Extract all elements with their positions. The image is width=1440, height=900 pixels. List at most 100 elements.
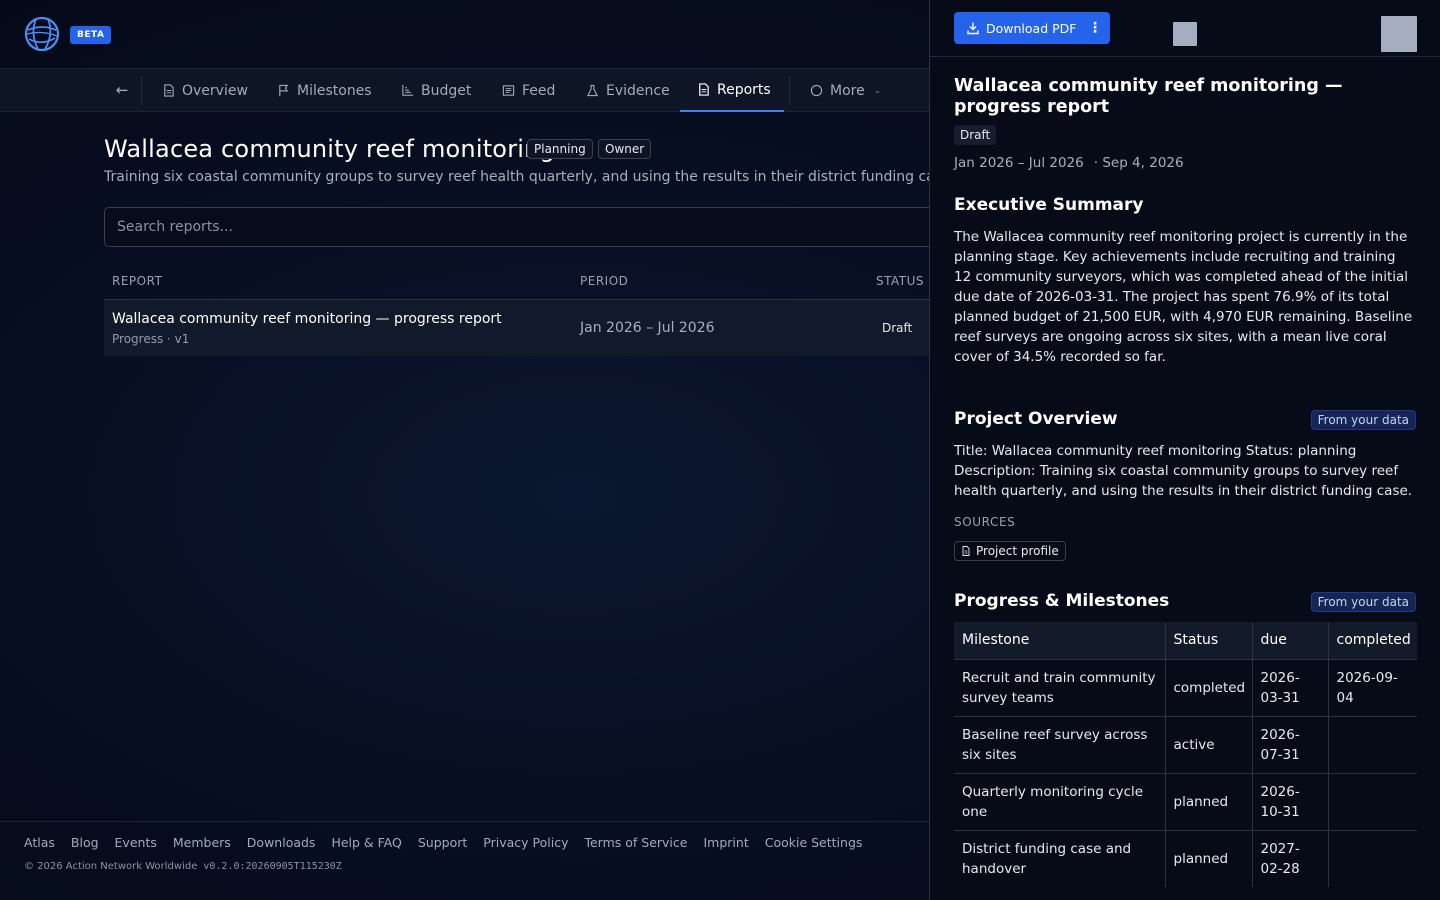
footer-link-imprint[interactable]: Imprint [703,835,748,850]
tab-overview[interactable]: Overview [162,69,248,112]
table-header-row: Milestone Status due completed [954,622,1417,659]
tab-evidence[interactable]: Evidence [586,69,670,112]
tab-milestones[interactable]: Milestones [277,69,372,112]
tab-label: Feed [522,82,556,99]
back-arrow-icon[interactable]: ← [110,79,134,101]
milestone-due: 2026-10-31 [1252,772,1329,830]
milestone-name: Baseline reef survey across six sites [954,715,1166,773]
milestone-due: 2026-03-31 [1252,658,1329,716]
table-row: Quarterly monitoring cycle one planned 2… [954,772,1417,830]
milestone-completed [1328,772,1417,830]
column-report[interactable]: REPORT [112,274,162,288]
milestones-table: Milestone Status due completed Recruit a… [954,622,1417,887]
footer-links: Atlas Blog Events Members Downloads Help… [24,835,862,850]
footer-link-cookies[interactable]: Cookie Settings [765,835,863,850]
milestone-completed [1328,829,1417,887]
download-pdf-button[interactable]: Download PDF ⋮ [954,12,1110,44]
download-icon [967,22,979,35]
exec-summary-heading: Executive Summary [954,195,1144,215]
chart-icon [402,84,414,96]
table-row[interactable]: Wallacea community reef monitoring — pro… [104,300,934,356]
project-description: Training six coastal community groups to… [104,169,956,185]
footer-link-downloads[interactable]: Downloads [247,835,316,850]
milestone-completed [1328,715,1417,773]
footer-link-help[interactable]: Help & FAQ [331,835,401,850]
tab-label: Budget [421,82,472,99]
milestone-name: District funding case and handover [954,829,1166,887]
flag-icon [279,84,289,97]
exec-summary-text: The Wallacea community reef monitoring p… [954,229,1413,365]
column-period[interactable]: PERIOD [580,274,628,288]
milestone-due: 2027-02-28 [1252,829,1329,887]
report-status-badge: Draft [954,125,997,145]
table-row: Recruit and train community survey teams… [954,658,1417,716]
search-input[interactable] [104,207,964,247]
status-chip: Planning [527,139,593,159]
tab-reports[interactable]: Reports [680,69,784,112]
report-status: Draft [882,321,913,335]
column-completed: completed [1328,622,1417,659]
doc-icon [962,546,970,556]
footer: Atlas Blog Events Members Downloads Help… [0,821,930,900]
feed-icon [502,85,515,96]
milestone-name: Quarterly monitoring cycle one [954,772,1166,830]
globe-logo-icon[interactable] [24,16,60,52]
milestone-name: Recruit and train community survey teams [954,658,1166,716]
tab-label: Reports [717,81,771,98]
chevron-down-icon: ⌄ [873,85,882,96]
close-panel-icon[interactable] [1381,16,1417,52]
milestone-status: planned [1165,829,1253,887]
tab-budget[interactable]: Budget [401,69,471,112]
source-chip[interactable]: Project profile [954,541,1066,561]
placeholder-icon[interactable] [1173,22,1197,46]
milestone-status: planned [1165,772,1253,830]
footer-link-blog[interactable]: Blog [71,835,99,850]
column-due: due [1252,622,1329,659]
flask-icon [586,84,599,97]
report-preview-panel: Download PDF ⋮ Wallacea community reef m… [929,0,1440,900]
sources-label: SOURCES [954,515,1016,529]
footer-link-events[interactable]: Events [115,835,157,850]
role-chip: Owner [598,139,652,159]
data-source-badge: From your data [1310,592,1416,612]
tab-label: Overview [182,82,248,99]
tab-label: Evidence [606,82,670,99]
column-status: Status [1165,622,1253,659]
divider [789,76,790,106]
footer-link-members[interactable]: Members [173,835,231,850]
tab-label: More [830,82,865,99]
circle-icon [810,84,823,97]
footer-link-atlas[interactable]: Atlas [24,835,55,850]
more-options-icon[interactable]: ⋮ [1088,19,1102,37]
table-header: REPORT PERIOD STATUS [104,264,934,300]
beta-badge: BETA [70,26,112,44]
report-icon [699,83,709,96]
milestone-status: active [1165,715,1253,773]
tab-feed[interactable]: Feed [502,69,555,112]
tab-more[interactable]: More ⌄ [810,69,881,112]
table-row: District funding case and handover plann… [954,829,1417,887]
footer-link-support[interactable]: Support [418,835,467,850]
report-dates: Jan 2026 – Jul 2026 · Sep 4, 2026 [954,155,1184,171]
table-row: Baseline reef survey across six sites ac… [954,715,1417,773]
doc-icon [164,84,174,97]
source-label: Project profile [976,544,1059,558]
footer-link-terms[interactable]: Terms of Service [584,835,687,850]
divider [141,76,142,106]
milestones-heading: Progress & Milestones [954,591,1170,611]
report-title[interactable]: Wallacea community reef monitoring — pro… [112,311,502,327]
column-status[interactable]: STATUS [876,274,924,288]
project-overview-text: Title: Wallacea community reef monitorin… [954,443,1413,499]
column-milestone: Milestone [954,622,1166,659]
tab-label: Milestones [297,82,372,99]
milestone-completed: 2026-09-04 [1328,658,1417,716]
panel-toolbar: Download PDF ⋮ [930,0,1440,57]
footer-link-privacy[interactable]: Privacy Policy [483,835,568,850]
version-text: v0.2.0:20260905T115230Z [203,861,342,872]
milestone-status: completed [1165,658,1253,716]
page-title: Wallacea community reef monitoring [104,135,555,163]
report-period: Jan 2026 – Jul 2026 [954,155,1084,171]
milestone-due: 2026-07-31 [1252,715,1329,773]
data-source-badge: From your data [1310,410,1416,430]
report-period: Jan 2026 – Jul 2026 [580,320,715,336]
